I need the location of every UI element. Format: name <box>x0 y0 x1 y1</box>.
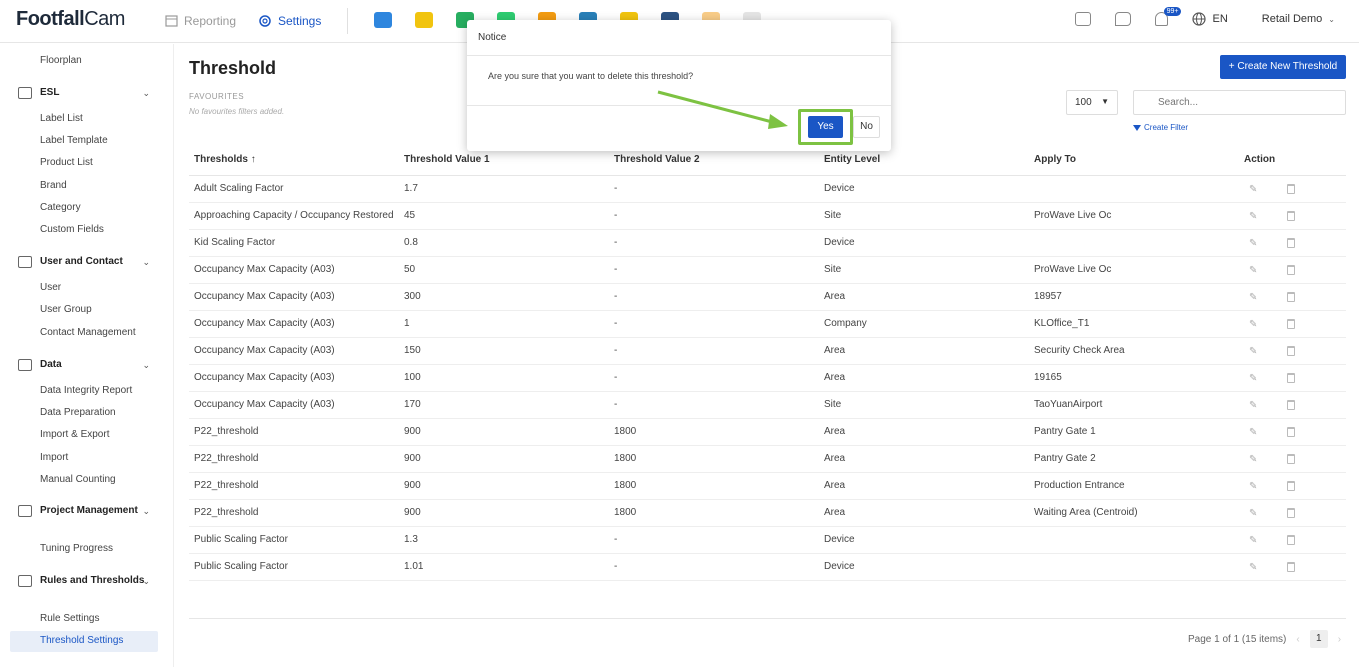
yes-button[interactable]: Yes <box>808 116 843 138</box>
dialog-message: Are you sure that you want to delete thi… <box>488 71 694 81</box>
no-button[interactable]: No <box>853 116 880 138</box>
annotation-arrow-icon <box>657 90 788 129</box>
dialog-title: Notice <box>478 32 507 43</box>
dialog-divider-top <box>467 55 891 56</box>
